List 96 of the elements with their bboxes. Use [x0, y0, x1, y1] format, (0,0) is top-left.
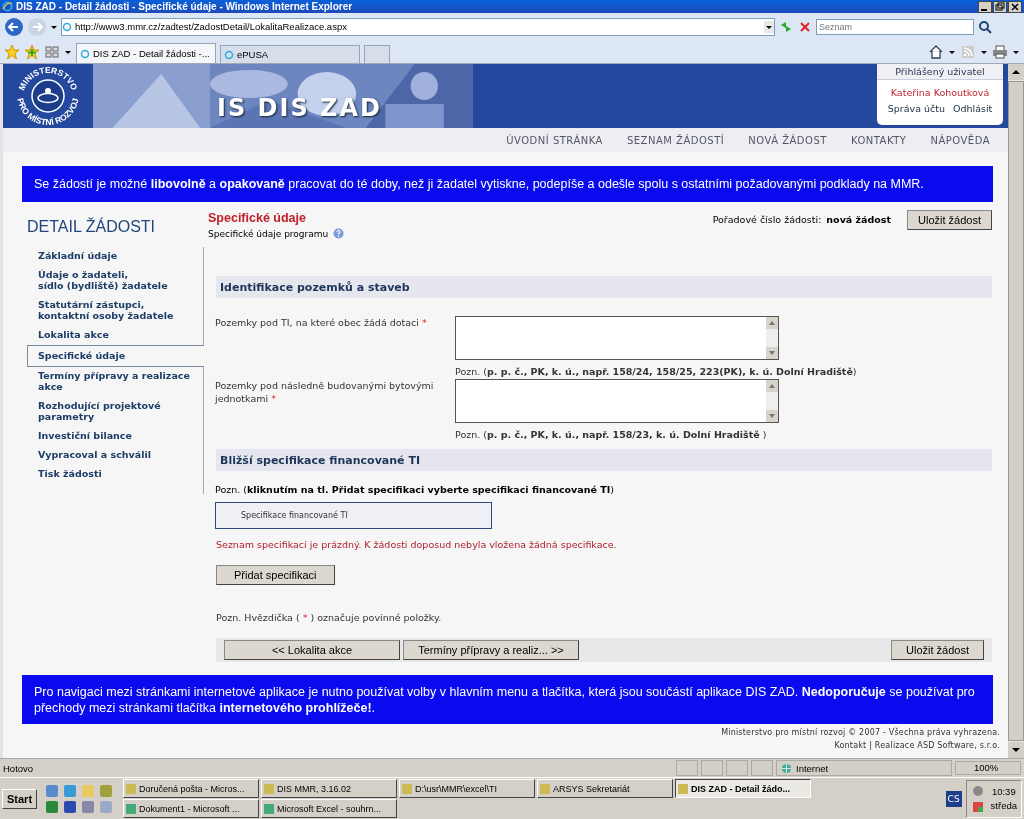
zone-text: Internet — [796, 762, 829, 774]
app-icon — [126, 803, 137, 814]
browser-tab[interactable]: ePUSA — [220, 45, 360, 63]
add-button[interactable]: Přidat specifikaci — [216, 565, 335, 585]
status-text: Hotovo — [3, 762, 34, 774]
page-icon — [224, 49, 234, 60]
menu-item[interactable]: ÚVODNÍ STRÁNKA — [506, 134, 603, 146]
panel-heading: Přihlášený uživatel — [877, 64, 1003, 80]
menu-item[interactable]: NÁPOVĚDA — [930, 134, 990, 146]
tray-icon[interactable] — [970, 799, 985, 814]
start-button[interactable]: Start — [2, 788, 38, 809]
legend-text: Pozn. Hvězdička ( * ) označuje povinné položky. — [216, 612, 443, 623]
sidebar-item[interactable]: Základní údaje — [27, 247, 203, 266]
taskbar-button[interactable]: Doručená pošta - Micros... — [123, 779, 260, 798]
scroll-down-icon[interactable] — [1008, 742, 1024, 758]
next-button[interactable]: Termíny přípravy a realiz... >> — [403, 640, 579, 660]
field-note: Pozn. (p. p. č., PK, k. ú., např. 158/24, 158/25, 223(PK), k. ú. Dolní Hradiště) — [455, 366, 858, 377]
menu-item[interactable]: KONTAKTY — [850, 134, 907, 146]
page-title: Specifické údaje — [208, 211, 307, 225]
search-icon[interactable] — [977, 18, 993, 35]
notice-text: Pro navigaci mezi stránkami internetové aplikace je nutno používat volby v hlavním menu a tlačítka, která jsou součástí aplikace DIS ZAD. Nedoporučuje se používat pro přechody mezi stránkami tlačítka internetového prohlížeče!. — [22, 675, 993, 724]
account-link[interactable]: Odhlásit — [952, 103, 993, 114]
app-icon — [264, 803, 275, 814]
field-note: Pozn. (p. p. č., PK, k. ú., např. 158/23, k. ú. Dolní Hradiště ) — [455, 429, 768, 440]
add-favorite-icon[interactable] — [24, 43, 40, 60]
taskbar-button[interactable]: DIS MMR, 3.16.02 — [261, 779, 398, 798]
field-label: Pozemky pod TI, na které obec žádá dotaci * — [215, 316, 428, 330]
save-button[interactable]: Uložit žádost — [891, 640, 984, 660]
table-header: Specifikace financované TI — [215, 502, 492, 529]
page-subtitle: Specifické údaje programu — [208, 228, 329, 239]
sidebar-item[interactable]: Statutární zástupci, kontaktní osoby žadatele — [27, 296, 203, 326]
new-tab-button[interactable] — [364, 45, 390, 63]
empty-message: Seznam specifikací je prázdný. K žádosti doposud nebyla vložena žádná specifikace. — [216, 539, 618, 550]
app-icon — [540, 783, 551, 794]
browser-icon — [2, 1, 13, 12]
copyright-text: Ministerstvo pro místní rozvoj © 2007 - Všechna práva vyhrazena. — [721, 728, 1000, 737]
account-link[interactable]: Správa účtu — [887, 103, 945, 114]
sidebar-item[interactable]: Tisk žádosti — [27, 465, 203, 484]
restore-icon[interactable] — [993, 0, 1007, 13]
clock-time: 10:39 — [991, 786, 1016, 797]
sidebar-item[interactable]: Rozhodující projektové parametry — [27, 397, 203, 427]
sidebar-item[interactable]: Specifické údaje — [27, 345, 204, 367]
app-icon — [264, 783, 275, 794]
order-number-label: Pořadové číslo žádosti: — [712, 214, 822, 225]
taskbar-button[interactable]: ARSYS Sekretariát — [537, 779, 674, 798]
sidebar-item[interactable]: Investiční bilance — [27, 427, 203, 446]
sidebar-item[interactable]: Lokalita akce — [27, 326, 203, 345]
close-icon[interactable] — [1008, 0, 1022, 13]
taskbar-button[interactable]: D:\usr\MMR\excel\TI — [399, 779, 536, 798]
language-indicator[interactable]: CS — [945, 790, 962, 807]
address-field[interactable]: http://www3.mmr.cz/zadtest/ZadostDetail/LokalitaRealizace.aspx — [61, 17, 775, 36]
field-label: Pozemky pod následně budovanými bytovými jednotkami * — [215, 379, 435, 406]
section-heading: Bližší specifikace financované TI — [216, 449, 992, 471]
sidebar-title: DETAIL ŽÁDOSTI — [27, 218, 156, 236]
app-icon — [402, 783, 413, 794]
scroll-up-icon[interactable] — [1008, 64, 1024, 80]
window-title: DIS ZAD - Detail žádosti - Specifické údaje - Windows Internet Explorer — [16, 1, 354, 12]
page-icon — [80, 48, 90, 59]
taskbar-button[interactable]: Dokument1 - Microsoft ... — [123, 799, 260, 818]
menu-item[interactable]: SEZNAM ŽÁDOSTÍ — [626, 134, 725, 146]
notice-text: Se žádostí je možné libovolně a opakovaně pracovat do té doby, než ji žadatel vytiskne, podepíše a odešle spolu s ostatními požadovanými podklady na MMR. — [22, 166, 993, 202]
credit-text: Realizace ASD Software, s.r.o. — [874, 741, 1000, 750]
globe-icon — [781, 762, 792, 774]
section-heading: Identifikace pozemků a staveb — [216, 276, 992, 298]
home-icon[interactable] — [928, 43, 944, 60]
sidebar-item[interactable]: Vypracoval a schválil — [27, 446, 203, 465]
print-icon[interactable] — [992, 43, 1008, 60]
help-icon[interactable] — [333, 228, 345, 239]
user-name: Kateřina Kohoutková — [889, 87, 991, 98]
sidebar-item[interactable]: Údaje o žadateli, sídlo (bydliště) žadatele — [27, 266, 203, 296]
separator-text: | — [869, 741, 873, 750]
menu-item[interactable]: NOVÁ ŽÁDOST — [748, 134, 827, 146]
back-icon[interactable] — [4, 16, 24, 37]
order-number-value: nová žádost — [826, 214, 891, 225]
previous-button[interactable]: << Lokalita akce — [224, 640, 400, 660]
taskbar-button[interactable]: Microsoft Excel - souhrn... — [261, 799, 398, 818]
tray-icon[interactable] — [970, 783, 985, 798]
browser-tab[interactable]: DIS ZAD - Detail žádosti -... — [76, 43, 216, 63]
app-icon[interactable] — [81, 799, 96, 814]
app-icon[interactable] — [45, 799, 60, 814]
page-icon — [62, 21, 72, 32]
app-icon — [678, 783, 689, 794]
minimize-icon[interactable] — [978, 0, 992, 13]
taskbar-button[interactable]: DIS ZAD - Detail žádo... — [675, 779, 812, 798]
contact-link[interactable]: Kontakt — [834, 741, 867, 750]
hint-text: Pozn. (kliknutím na tl. Přidat specifikaci vyberte specifikaci financované TI) — [215, 484, 615, 495]
app-icon[interactable] — [63, 799, 78, 814]
sidebar-item[interactable]: Termíny přípravy a realizace akce — [27, 367, 203, 397]
star-icon[interactable] — [4, 43, 20, 60]
dropdown-icon[interactable] — [764, 20, 774, 33]
app-icon[interactable] — [45, 783, 60, 798]
clock-day: středa — [990, 800, 1017, 811]
search-field[interactable]: Seznam — [816, 18, 974, 35]
zoom-control[interactable]: 100% — [955, 761, 1021, 775]
save-button[interactable]: Uložit žádost — [907, 210, 992, 230]
app-icon — [126, 783, 137, 794]
